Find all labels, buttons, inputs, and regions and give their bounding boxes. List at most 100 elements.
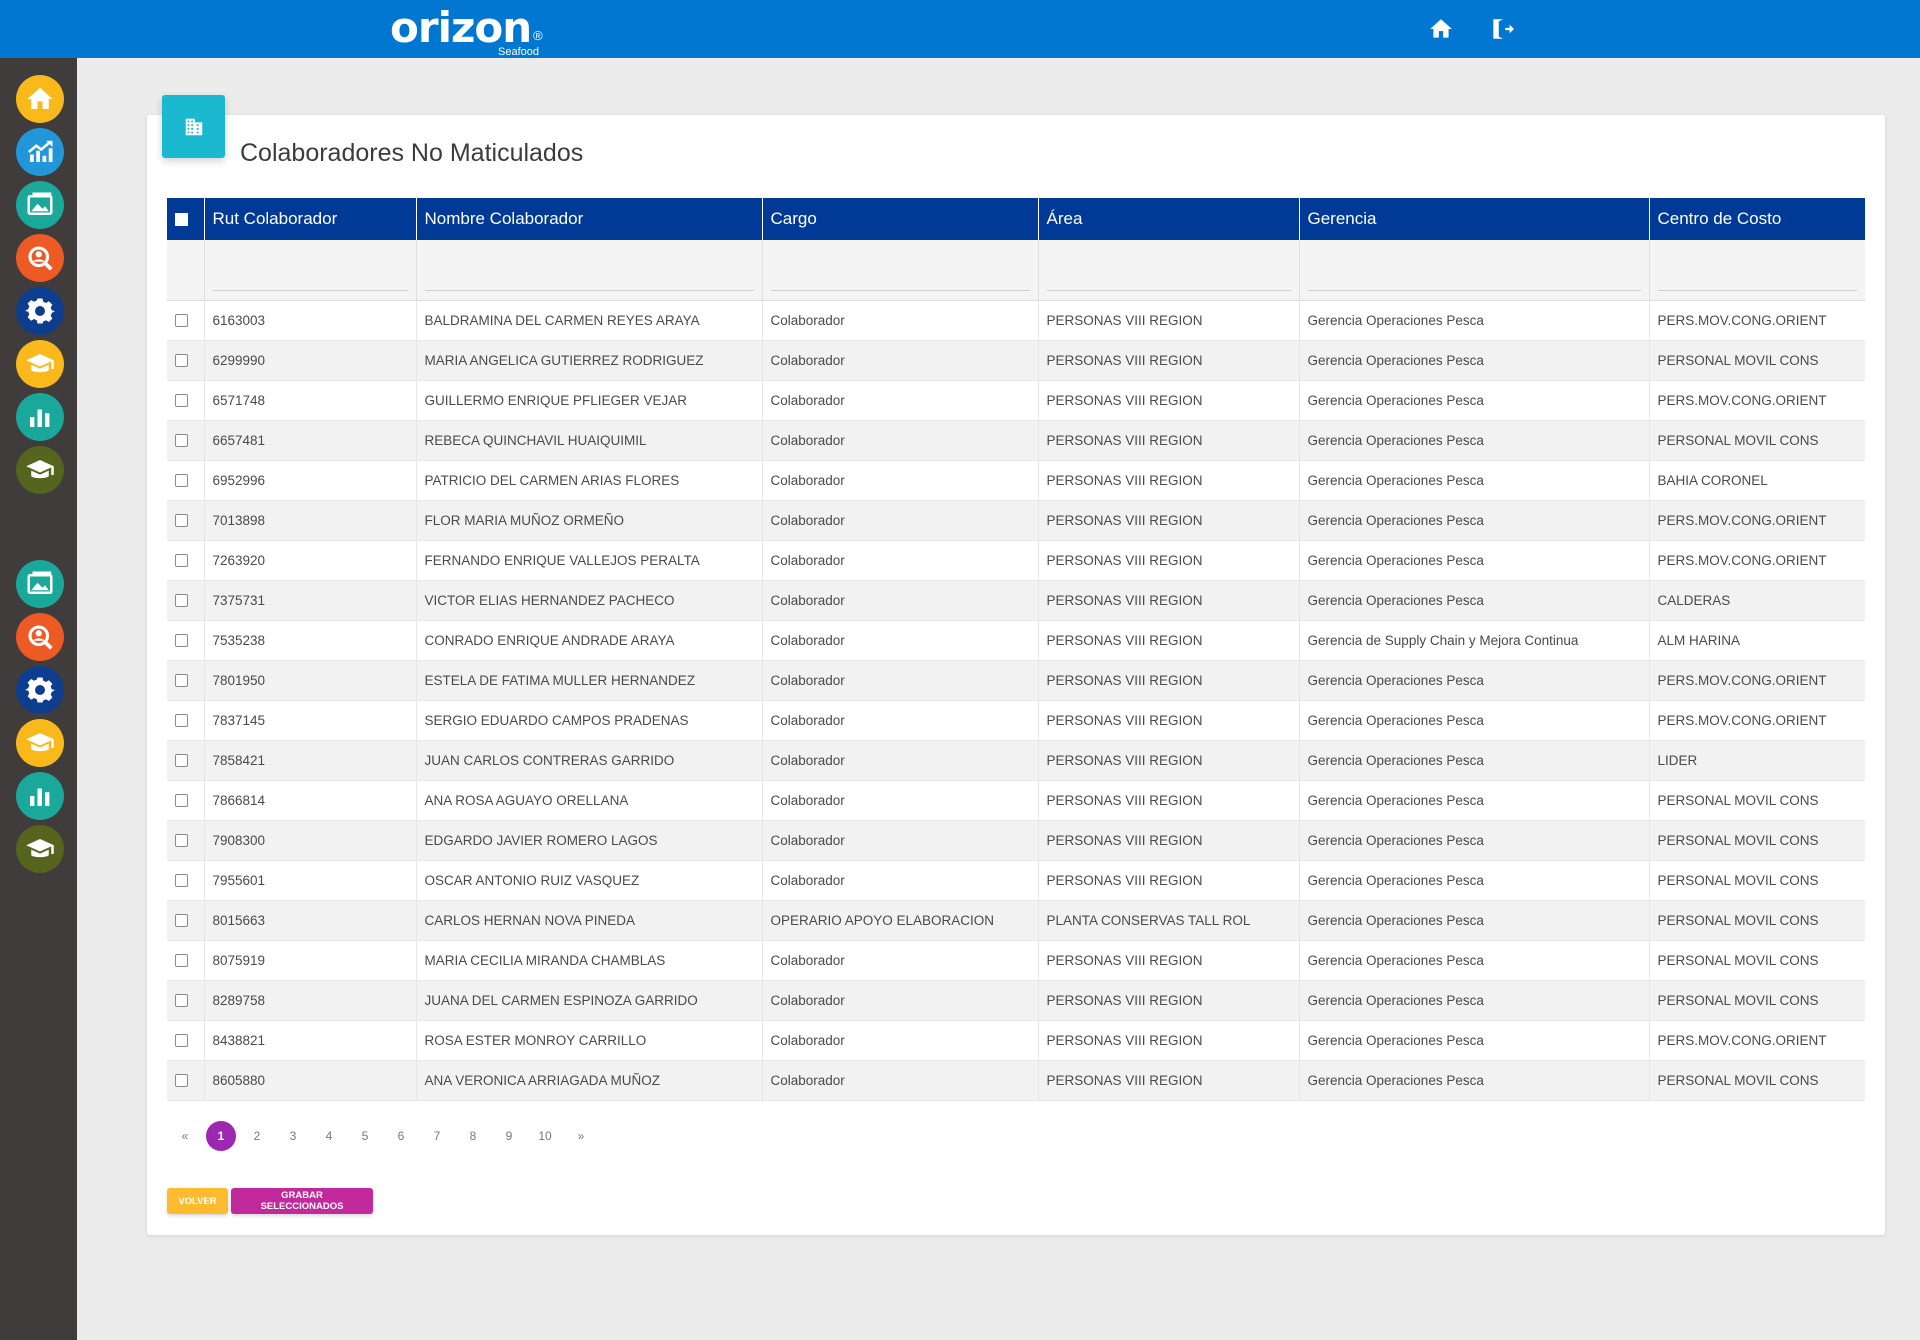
page-button-2[interactable]: 2 <box>239 1121 275 1151</box>
row-checkbox[interactable] <box>175 314 188 328</box>
cell-rut: 7801950 <box>204 660 417 701</box>
column-header-gerencia[interactable]: Gerencia <box>1299 198 1650 240</box>
sidebar-item-picture-9[interactable] <box>16 560 64 608</box>
row-checkbox[interactable] <box>175 714 188 728</box>
save-selected-button[interactable]: GRABAR SELECCIONADOS <box>231 1188 373 1214</box>
row-checkbox[interactable] <box>175 874 188 888</box>
gear-icon <box>25 298 55 324</box>
row-checkbox[interactable] <box>175 994 188 1008</box>
column-header-cargo[interactable]: Cargo <box>762 198 1039 240</box>
row-checkbox[interactable] <box>175 634 188 648</box>
row-checkbox[interactable] <box>175 1034 188 1048</box>
sidebar-item-bar-chart-7[interactable] <box>16 393 64 441</box>
row-checkbox[interactable] <box>175 554 188 568</box>
user-search-icon <box>28 625 53 650</box>
filter-input-area[interactable] <box>1046 264 1291 291</box>
logout-icon[interactable] <box>1488 16 1516 42</box>
row-checkbox[interactable] <box>175 954 188 968</box>
back-button[interactable]: VOLVER <box>167 1188 228 1214</box>
table-row[interactable]: 6657481 REBECA QUINCHAVIL HUAIQUIMIL Colab… <box>167 420 1865 461</box>
top-bar: orizon ® Seafood <box>0 0 1920 58</box>
filter-input-cargo[interactable] <box>770 264 1030 291</box>
row-checkbox[interactable] <box>175 394 188 408</box>
column-header-centro-costo[interactable]: Centro de Costo <box>1649 198 1865 240</box>
sidebar-item-gear-5[interactable] <box>16 287 64 335</box>
sidebar-item-graduation-cap-12[interactable] <box>16 719 64 767</box>
filter-input-rut[interactable] <box>212 264 408 291</box>
page-button-10[interactable]: 10 <box>527 1121 563 1151</box>
sidebar-item-home-1[interactable] <box>16 75 64 123</box>
table-row[interactable]: 8289758 JUANA DEL CARMEN ESPINOZA GARRIDO… <box>167 980 1865 1021</box>
page-button-5[interactable]: 5 <box>347 1121 383 1151</box>
row-checkbox[interactable] <box>175 754 188 768</box>
sidebar-item-picture-3[interactable] <box>16 181 64 229</box>
table-row[interactable]: 7858421 JUAN CARLOS CONTRERAS GARRIDO Cola… <box>167 740 1865 781</box>
page-button-7[interactable]: 7 <box>419 1121 455 1151</box>
row-checkbox[interactable] <box>175 354 188 368</box>
page-next-button[interactable]: » <box>563 1121 599 1151</box>
row-checkbox[interactable] <box>175 794 188 808</box>
table-row[interactable]: 7535238 CONRADO ENRIQUE ANDRADE ARAYA Cola… <box>167 620 1865 661</box>
table-row[interactable]: 7955601 OSCAR ANTONIO RUIZ VASQUEZ Colabor… <box>167 860 1865 901</box>
table-row[interactable]: 8605880 ANA VERONICA ARRIAGADA MUÑOZ Colab… <box>167 1060 1865 1101</box>
filter-input-gerencia[interactable] <box>1307 264 1641 291</box>
page-button-6[interactable]: 6 <box>383 1121 419 1151</box>
cell-nombre: BALDRAMINA DEL CARMEN REYES ARAYA <box>416 300 763 341</box>
sidebar-item-graduation-cap-6[interactable] <box>16 340 64 388</box>
cell-rut: 8015663 <box>204 900 417 941</box>
table-row[interactable]: 6299990 MARIA ANGELICA GUTIERREZ RODRIGUE… <box>167 340 1865 381</box>
sidebar-item-gear-11[interactable] <box>16 666 64 714</box>
cell-centro-costo: PERS.MOV.CONG.ORIENT <box>1649 300 1865 341</box>
filter-input-nombre[interactable] <box>424 264 754 291</box>
cell-rut: 6952996 <box>204 460 417 501</box>
filter-input-centro-costo[interactable] <box>1657 264 1857 291</box>
table-row[interactable]: 6571748 GUILLERMO ENRIQUE PFLIEGER VEJAR C… <box>167 380 1865 421</box>
graduation-cap-icon <box>26 733 54 752</box>
table-row[interactable]: 6952996 PATRICIO DEL CARMEN ARIAS FLORES C… <box>167 460 1865 501</box>
cell-gerencia: Gerencia Operaciones Pesca <box>1299 740 1650 781</box>
sidebar-item-graduation-cap-14[interactable] <box>16 825 64 873</box>
row-checkbox[interactable] <box>175 914 188 928</box>
row-checkbox[interactable] <box>175 834 188 848</box>
column-header-area[interactable]: Área <box>1038 198 1300 240</box>
row-checkbox[interactable] <box>175 514 188 528</box>
page-number: 1 <box>206 1121 236 1151</box>
select-all-checkbox[interactable] <box>175 213 188 227</box>
table-row[interactable]: 7801950 ESTELA DE FATIMA MULLER HERNANDEZ… <box>167 660 1865 701</box>
page-button-8[interactable]: 8 <box>455 1121 491 1151</box>
table-row[interactable]: 8015663 CARLOS HERNAN NOVA PINEDA OPERARIO… <box>167 900 1865 941</box>
row-checkbox[interactable] <box>175 1074 188 1088</box>
page-button-9[interactable]: 9 <box>491 1121 527 1151</box>
table-row[interactable]: 7866814 ANA ROSA AGUAYO ORELLANA Colaborad… <box>167 780 1865 821</box>
column-header-nombre[interactable]: Nombre Colaborador <box>416 198 763 240</box>
cell-nombre: REBECA QUINCHAVIL HUAIQUIMIL <box>416 420 763 461</box>
sidebar-item-bar-chart-13[interactable] <box>16 772 64 820</box>
row-checkbox[interactable] <box>175 674 188 688</box>
table-row[interactable]: 8438821 ROSA ESTER MONROY CARRILLO Colabor… <box>167 1020 1865 1061</box>
table-row[interactable]: 7908300 EDGARDO JAVIER ROMERO LAGOS Colabo… <box>167 820 1865 861</box>
brand-logo[interactable]: orizon ® Seafood <box>390 6 543 59</box>
home-icon[interactable] <box>1427 16 1455 42</box>
graduation-cap-icon <box>26 839 54 858</box>
table-row[interactable]: 7013898 FLOR MARIA MUÑOZ ORMEÑO Colaborado… <box>167 500 1865 541</box>
cell-gerencia: Gerencia Operaciones Pesca <box>1299 780 1650 821</box>
page-button-3[interactable]: 3 <box>275 1121 311 1151</box>
sidebar-item-user-search-10[interactable] <box>16 613 64 661</box>
page-button-1[interactable]: 1 <box>203 1121 239 1151</box>
table-row[interactable]: 6163003 BALDRAMINA DEL CARMEN REYES ARAYA… <box>167 300 1865 341</box>
row-checkbox[interactable] <box>175 474 188 488</box>
table-row[interactable]: 7263920 FERNANDO ENRIQUE VALLEJOS PERALTA… <box>167 540 1865 581</box>
page-prev-button[interactable]: « <box>167 1121 203 1151</box>
column-header-rut[interactable]: Rut Colaborador <box>204 198 417 240</box>
page-button-4[interactable]: 4 <box>311 1121 347 1151</box>
sidebar-item-user-search-4[interactable] <box>16 234 64 282</box>
table-row[interactable]: 8075919 MARIA CECILIA MIRANDA CHAMBLAS Col… <box>167 940 1865 981</box>
sidebar-item-graduation-cap-8[interactable] <box>16 446 64 494</box>
employees-table: Rut Colaborador Nombre Colaborador Cargo… <box>167 198 1865 1101</box>
table-row[interactable]: 7375731 VICTOR ELIAS HERNANDEZ PACHECO Col… <box>167 580 1865 621</box>
row-checkbox[interactable] <box>175 594 188 608</box>
sidebar-item-growth-chart-2[interactable] <box>16 128 64 176</box>
row-checkbox[interactable] <box>175 434 188 448</box>
table-row[interactable]: 7837145 SERGIO EDUARDO CAMPOS PRADENAS Col… <box>167 700 1865 741</box>
page-number: 7 <box>433 1129 441 1143</box>
